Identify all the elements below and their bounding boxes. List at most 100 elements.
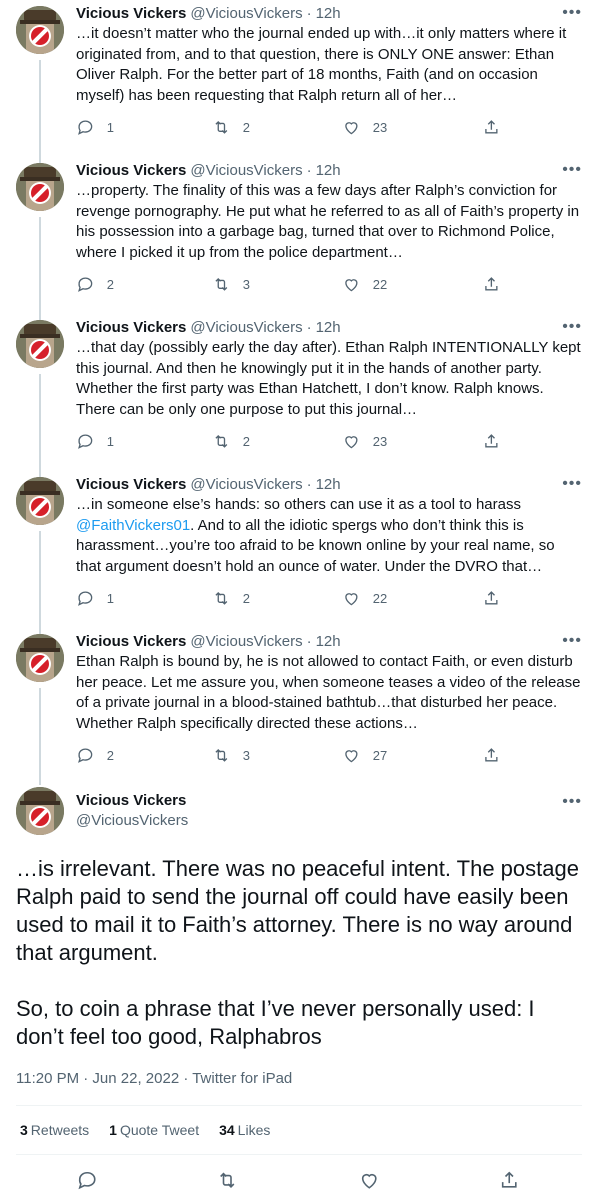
thread-connector bbox=[39, 217, 41, 314]
avatar[interactable] bbox=[16, 477, 64, 525]
tweet-actions: 2 3 22 bbox=[76, 275, 506, 295]
author-handle[interactable]: @ViciousVickers bbox=[190, 161, 302, 181]
retweets-stat[interactable]: 3 Retweets bbox=[20, 1122, 89, 1138]
reply-button[interactable]: 2 bbox=[76, 746, 114, 765]
quote-tweets-stat[interactable]: 1 Quote Tweet bbox=[109, 1122, 199, 1138]
tweet-body: Vicious Vickers @ViciousVickers · 12h ••… bbox=[76, 632, 582, 763]
like-count: 27 bbox=[372, 747, 388, 763]
thread-tweet[interactable]: Vicious Vickers @ViciousVickers · 12h ••… bbox=[0, 0, 598, 157]
avatar[interactable] bbox=[16, 634, 64, 682]
share-icon bbox=[485, 434, 498, 448]
author-name[interactable]: Vicious Vickers bbox=[76, 475, 186, 495]
retweet-count: 2 bbox=[242, 119, 250, 135]
thread-tweet[interactable]: Vicious Vickers @ViciousVickers · 12h ••… bbox=[0, 314, 598, 471]
reply-button[interactable]: 1 bbox=[76, 432, 114, 451]
reply-button[interactable]: 2 bbox=[76, 275, 114, 294]
thread-connector bbox=[39, 531, 41, 628]
thread: Vicious Vickers @ViciousVickers · 12h ••… bbox=[0, 0, 598, 785]
retweet-button[interactable]: 3 bbox=[212, 275, 250, 294]
reply-icon[interactable] bbox=[76, 1169, 99, 1197]
more-icon[interactable]: ••• bbox=[562, 632, 582, 650]
thread-connector bbox=[39, 688, 41, 785]
focused-tweet: Vicious Vickers @ViciousVickers ••• …is … bbox=[0, 785, 598, 1203]
retweet-icon bbox=[215, 748, 228, 762]
mention-link[interactable]: @FaithVickers01 bbox=[76, 517, 190, 534]
share-icon[interactable] bbox=[498, 1169, 521, 1197]
tweet-text: …in someone else’s hands: so others can … bbox=[76, 495, 582, 577]
author-handle[interactable]: @ViciousVickers bbox=[76, 811, 188, 831]
share-button[interactable] bbox=[482, 589, 501, 608]
retweet-icon[interactable] bbox=[216, 1169, 239, 1197]
tweet-header: Vicious Vickers @ViciousVickers · 12h bbox=[76, 4, 582, 24]
like-button[interactable]: 22 bbox=[342, 589, 387, 608]
author-handle[interactable]: @ViciousVickers bbox=[190, 632, 302, 652]
tweet-actions: 2 3 27 bbox=[76, 746, 506, 766]
author-handle[interactable]: @ViciousVickers bbox=[190, 475, 302, 495]
share-button[interactable] bbox=[482, 118, 501, 137]
like-count: 23 bbox=[372, 119, 388, 135]
author-handle[interactable]: @ViciousVickers bbox=[190, 4, 302, 24]
like-icon[interactable] bbox=[358, 1169, 381, 1197]
more-icon[interactable]: ••• bbox=[562, 793, 582, 811]
reply-button[interactable]: 1 bbox=[76, 589, 114, 608]
tweet-time[interactable]: 12h bbox=[316, 161, 341, 181]
like-button[interactable]: 27 bbox=[342, 746, 387, 765]
more-icon[interactable]: ••• bbox=[562, 4, 582, 22]
author-name[interactable]: Vicious Vickers bbox=[76, 318, 186, 338]
avatar[interactable] bbox=[16, 6, 64, 54]
thread-tweet[interactable]: Vicious Vickers @ViciousVickers · 12h ••… bbox=[0, 471, 598, 628]
tweet-time[interactable]: 12h bbox=[316, 475, 341, 495]
avatar[interactable] bbox=[16, 787, 64, 835]
tweet-header: Vicious Vickers @ViciousVickers · 12h bbox=[76, 475, 582, 495]
avatar[interactable] bbox=[16, 163, 64, 211]
tweet-body: Vicious Vickers @ViciousVickers · 12h ••… bbox=[76, 4, 582, 135]
more-icon[interactable]: ••• bbox=[562, 318, 582, 336]
more-icon[interactable]: ••• bbox=[562, 161, 582, 179]
author-name[interactable]: Vicious Vickers bbox=[76, 4, 186, 24]
retweet-button[interactable]: 2 bbox=[212, 118, 250, 137]
more-icon[interactable]: ••• bbox=[562, 475, 582, 493]
share-icon bbox=[485, 277, 498, 291]
like-count: 23 bbox=[372, 433, 388, 449]
engagement-stats: 3 Retweets 1 Quote Tweet 34 Likes bbox=[16, 1106, 582, 1154]
share-button[interactable] bbox=[482, 275, 501, 294]
like-icon bbox=[345, 279, 358, 292]
like-button[interactable]: 23 bbox=[342, 432, 387, 451]
retweet-icon bbox=[215, 591, 228, 605]
tweet-body: Vicious Vickers @ViciousVickers · 12h ••… bbox=[76, 318, 582, 449]
like-button[interactable]: 22 bbox=[342, 275, 387, 294]
reply-button[interactable]: 1 bbox=[76, 118, 114, 137]
tweet-time[interactable]: 12h bbox=[316, 632, 341, 652]
like-count: 22 bbox=[372, 590, 388, 606]
tweet-timestamp[interactable]: 11:20 PM · Jun 22, 2022 · Twitter for iP… bbox=[16, 1069, 582, 1089]
like-button[interactable]: 23 bbox=[342, 118, 387, 137]
avatar[interactable] bbox=[16, 320, 64, 368]
tweet-actions: 1 2 23 bbox=[76, 118, 506, 138]
reply-icon bbox=[78, 120, 93, 135]
reply-count: 1 bbox=[106, 433, 114, 449]
share-button[interactable] bbox=[482, 432, 501, 451]
author-name[interactable]: Vicious Vickers bbox=[76, 632, 186, 652]
reply-count: 2 bbox=[106, 747, 114, 763]
author-name[interactable]: Vicious Vickers bbox=[76, 791, 186, 811]
tweet-header: Vicious Vickers @ViciousVickers · 12h bbox=[76, 161, 582, 181]
thread-tweet[interactable]: Vicious Vickers @ViciousVickers · 12h ••… bbox=[0, 157, 598, 314]
retweet-button[interactable]: 3 bbox=[212, 746, 250, 765]
focused-tweet-text: …is irrelevant. There was no peaceful in… bbox=[16, 856, 579, 1049]
likes-stat[interactable]: 34 Likes bbox=[219, 1122, 270, 1138]
reply-count: 1 bbox=[106, 590, 114, 606]
tweet-text: …property. The finality of this was a fe… bbox=[76, 182, 580, 261]
thread-tweet[interactable]: Vicious Vickers @ViciousVickers · 12h ••… bbox=[0, 628, 598, 785]
reply-icon bbox=[78, 434, 93, 449]
tweet-actions: 1 2 22 bbox=[76, 589, 506, 609]
tweet-time[interactable]: 12h bbox=[316, 4, 341, 24]
tweet-time[interactable]: 12h bbox=[316, 318, 341, 338]
retweet-count: 3 bbox=[242, 276, 250, 292]
retweet-button[interactable]: 2 bbox=[212, 432, 250, 451]
author-handle[interactable]: @ViciousVickers bbox=[190, 318, 302, 338]
retweet-button[interactable]: 2 bbox=[212, 589, 250, 608]
focused-tweet-actions bbox=[16, 1155, 582, 1203]
reply-icon bbox=[78, 748, 93, 763]
author-name[interactable]: Vicious Vickers bbox=[76, 161, 186, 181]
share-button[interactable] bbox=[482, 746, 501, 765]
